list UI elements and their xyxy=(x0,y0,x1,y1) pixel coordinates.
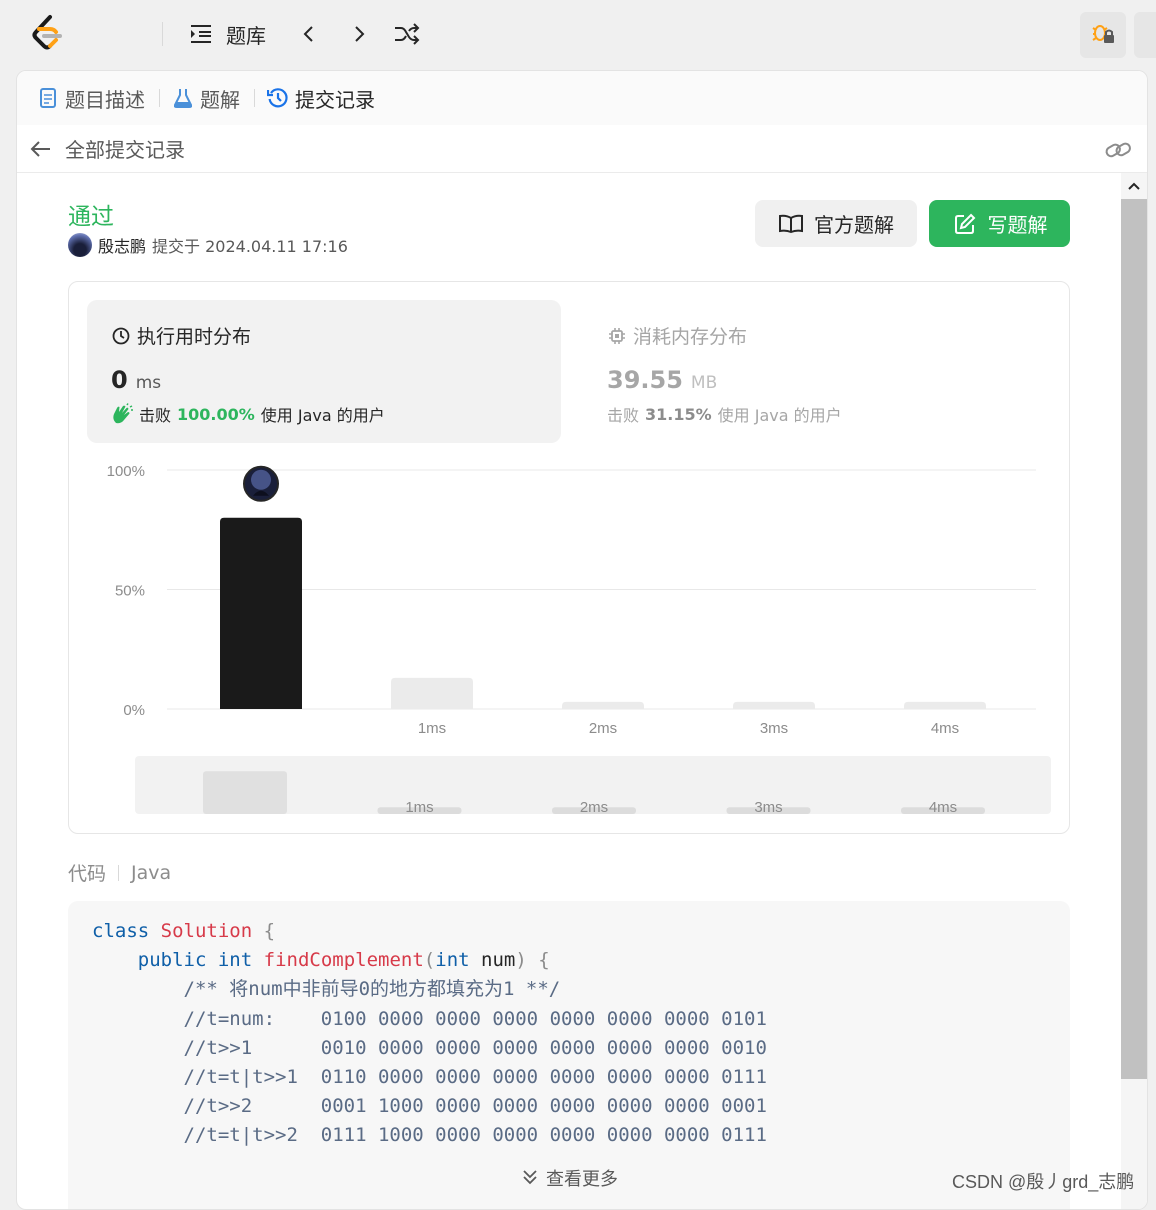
code-lines: class Solution { public int findCompleme… xyxy=(92,917,767,1151)
overview-tick-label: 2ms xyxy=(580,799,608,816)
official-solution-button[interactable]: 官方题解 xyxy=(755,200,917,247)
write-solution-label: 写题解 xyxy=(987,213,1048,237)
bug-lock-icon xyxy=(1090,20,1116,50)
write-solution-button[interactable]: 写题解 xyxy=(929,200,1070,247)
x-tick-label: 1ms xyxy=(418,720,446,737)
submission-panel: 题目描述 题解 提交记录 全部提交记录 通过 殷志鹏 提交于 2024.04.1… xyxy=(16,70,1148,1210)
leetcode-logo-icon[interactable] xyxy=(30,14,66,54)
view-more-label: 查看更多 xyxy=(546,1169,618,1190)
code-line: /** 将num中非前导0的地方都填充为1 **/ xyxy=(183,978,561,1001)
tab-divider xyxy=(254,89,255,107)
runtime-distribution-chart: 100% 50% 0% 1ms 2ms 3ms 4ms 1ms 2ms 3ms 4ms xyxy=(107,463,1051,816)
chart-bar xyxy=(733,701,815,709)
x-tick-label: 3ms xyxy=(760,720,788,737)
tab-submissions-label: 提交记录 xyxy=(295,87,375,112)
code-divider xyxy=(118,864,120,881)
tab-solutions[interactable]: 题解 xyxy=(172,84,240,113)
flask-icon xyxy=(172,87,194,109)
submission-status: 通过 xyxy=(68,204,114,230)
submission-meta: 殷志鹏 提交于 2024.04.11 17:16 xyxy=(68,233,348,257)
code-block[interactable]: class Solution { public int findCompleme… xyxy=(68,901,1070,1209)
official-solution-label: 官方题解 xyxy=(814,213,894,237)
submission-subheader: 全部提交记录 xyxy=(17,125,1147,173)
overview-bar xyxy=(203,771,287,814)
edit-icon xyxy=(952,211,978,237)
chart-bar xyxy=(391,677,473,709)
link-icon[interactable] xyxy=(1105,137,1131,163)
shuffle-icon xyxy=(394,21,420,47)
y-tick-label: 0% xyxy=(123,702,145,719)
topbar-divider xyxy=(162,22,163,46)
code-line: class Solution { xyxy=(92,920,276,942)
history-icon xyxy=(267,87,289,109)
overview-tick-label: 4ms xyxy=(929,799,957,816)
book-icon xyxy=(778,211,804,237)
x-tick-label: 2ms xyxy=(589,720,617,737)
tab-description-label: 题目描述 xyxy=(65,87,145,112)
performance-card: 执行用时分布 0 ms 击败 100.00% 使用 Java 的用户 消耗内存分… xyxy=(68,281,1070,834)
chart-bar xyxy=(220,517,302,709)
chevron-left-icon xyxy=(296,21,322,47)
code-line: //t>>1 0010 0000 0000 0000 0000 0000 000… xyxy=(183,1036,767,1059)
document-icon xyxy=(37,87,59,109)
all-submissions-title: 全部提交记录 xyxy=(65,138,185,162)
code-line: //t=num: 0100 0000 0000 0000 0000 0000 0… xyxy=(183,1007,767,1030)
code-line: public int findComplement(int num) { xyxy=(137,949,550,972)
code-line: //t=t|t>>1 0110 0000 0000 0000 0000 0000… xyxy=(183,1066,767,1089)
watermark: CSDN @殷丿grd_志鹏 xyxy=(952,1172,1135,1192)
chart-bar xyxy=(562,701,644,709)
next-problem-button[interactable] xyxy=(346,20,372,48)
top-navigation-bar: 题库 xyxy=(0,0,1156,68)
panel-tabs: 题目描述 题解 提交记录 xyxy=(17,71,1147,125)
avatar-sky-highlight xyxy=(251,469,271,490)
back-arrow-icon[interactable] xyxy=(29,137,53,161)
tab-solutions-label: 题解 xyxy=(200,87,240,112)
scrollbar-thumb[interactable] xyxy=(1121,199,1147,1079)
debug-locked-button[interactable] xyxy=(1080,12,1126,58)
scroll-up-arrow-icon[interactable] xyxy=(1121,173,1147,199)
code-label: 代码 xyxy=(68,863,107,885)
author-name[interactable]: 殷志鹏 xyxy=(98,233,146,257)
view-more-button[interactable]: 查看更多 xyxy=(68,1165,1070,1191)
tab-description[interactable]: 题目描述 xyxy=(37,84,145,113)
y-tick-label: 100% xyxy=(107,463,145,480)
random-problem-button[interactable] xyxy=(394,20,420,48)
submitted-time: 提交于 2024.04.11 17:16 xyxy=(152,237,348,256)
code-line: //t>>2 0001 1000 0000 0000 0000 0000 000… xyxy=(183,1095,767,1118)
code-header: 代码 Java xyxy=(68,859,171,886)
chart-bar xyxy=(904,701,986,709)
topbar-right-edge-button[interactable] xyxy=(1134,12,1156,58)
problem-bank-label: 题库 xyxy=(226,23,266,48)
prev-problem-button[interactable] xyxy=(296,20,322,48)
y-tick-label: 50% xyxy=(115,583,145,600)
double-chevron-down-icon xyxy=(520,1168,540,1188)
x-tick-label: 4ms xyxy=(931,720,959,737)
chevron-right-icon xyxy=(346,21,372,47)
avatar[interactable] xyxy=(68,233,92,257)
tab-divider xyxy=(159,89,160,107)
list-indent-icon xyxy=(188,21,214,47)
overview-tick-label: 1ms xyxy=(405,799,433,816)
tab-submissions[interactable]: 提交记录 xyxy=(267,84,375,113)
code-language: Java xyxy=(131,861,172,884)
code-line: //t=t|t>>2 0111 1000 0000 0000 0000 0000… xyxy=(183,1124,767,1147)
problem-bank-button[interactable]: 题库 xyxy=(188,20,266,48)
overview-tick-label: 3ms xyxy=(754,799,782,816)
